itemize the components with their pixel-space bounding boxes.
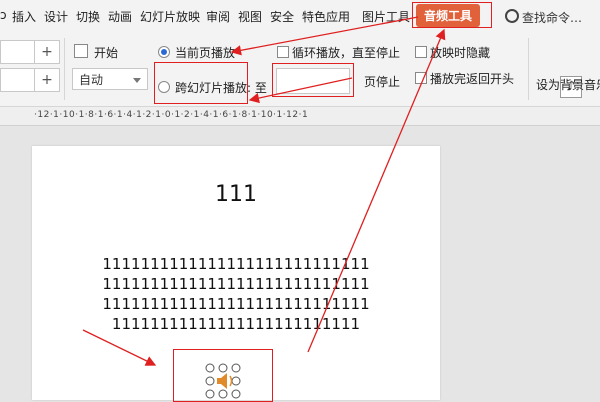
hide-checkbox[interactable] bbox=[415, 46, 427, 58]
ruler: ·12·1·10·1·8·1·6·1·4·1·2·1·0·1·2·1·4·1·6… bbox=[0, 107, 600, 126]
volume-input-2[interactable] bbox=[0, 68, 36, 92]
slide-text-line: 1111111111111111111111111111 bbox=[102, 255, 370, 273]
menu-item-special-apps[interactable]: 特色应用 bbox=[302, 8, 350, 25]
volume-input-1[interactable] bbox=[0, 40, 36, 64]
start-dropdown-value: 自动 bbox=[79, 73, 104, 87]
slide-body[interactable]: 1111111111111111111111111111 11111111111… bbox=[32, 254, 440, 334]
rewind-checkbox[interactable] bbox=[415, 72, 427, 84]
highlight-cross-slide bbox=[154, 62, 248, 104]
stop-label: 页停止 bbox=[364, 75, 401, 89]
menu-bar: ↄ 插入 设计 切换 动画 幻灯片放映 审阅 视图 安全 特色应用 图片工具 音… bbox=[0, 0, 600, 32]
start-icon bbox=[74, 44, 88, 58]
hide-label: 放映时隐藏 bbox=[430, 46, 491, 60]
loop-label: 循环播放，直至停止 bbox=[292, 46, 401, 60]
menu-item-cut-off[interactable]: ↄ bbox=[0, 8, 7, 22]
menu-item-design[interactable]: 设计 bbox=[44, 8, 68, 25]
slide-text-line: 1111111111111111111111111111 bbox=[102, 295, 370, 313]
menu-item-picture-tools[interactable]: 图片工具 bbox=[362, 8, 410, 25]
radio-current-page[interactable] bbox=[158, 46, 170, 58]
slide-title[interactable]: 111 bbox=[32, 182, 440, 207]
current-page-label: 当前页播放 bbox=[175, 46, 236, 60]
menu-item-security[interactable]: 安全 bbox=[270, 8, 294, 25]
rewind-label: 播放完返回开头 bbox=[430, 72, 515, 86]
loop-checkbox[interactable] bbox=[277, 46, 289, 58]
bg-music-button[interactable]: 设为背景音乐 bbox=[536, 76, 600, 93]
start-dropdown[interactable]: 自动 bbox=[72, 68, 148, 90]
search-label: 查找命令… bbox=[522, 11, 583, 25]
plus-button-2[interactable]: + bbox=[34, 68, 60, 92]
ruler-marks: ·12·1·10·1·8·1·6·1·4·1·2·1·0·1·2·1·4·1·6… bbox=[34, 110, 309, 120]
search-command[interactable]: 查找命令… bbox=[505, 8, 582, 26]
menu-item-insert[interactable]: 插入 bbox=[12, 8, 36, 25]
menu-item-animation[interactable]: 动画 bbox=[108, 8, 132, 25]
menu-item-slideshow[interactable]: 幻灯片放映 bbox=[140, 8, 200, 25]
divider bbox=[528, 38, 529, 100]
divider bbox=[64, 38, 65, 100]
menu-item-review[interactable]: 审阅 bbox=[206, 8, 230, 25]
search-icon bbox=[505, 9, 519, 23]
slide-text-line: 1111111111111111111111111111 bbox=[102, 275, 370, 293]
plus-button-1[interactable]: + bbox=[34, 40, 60, 64]
menu-item-view[interactable]: 视图 bbox=[238, 8, 262, 25]
highlight-audio-object bbox=[173, 349, 273, 402]
chevron-down-icon bbox=[133, 78, 141, 83]
slide-text-line: 11111111111111111111111111 bbox=[111, 315, 361, 333]
highlight-page-input bbox=[272, 63, 354, 97]
highlight-audio-tab bbox=[412, 2, 492, 28]
start-label: 开始 bbox=[94, 46, 119, 60]
menu-item-transition[interactable]: 切换 bbox=[76, 8, 100, 25]
